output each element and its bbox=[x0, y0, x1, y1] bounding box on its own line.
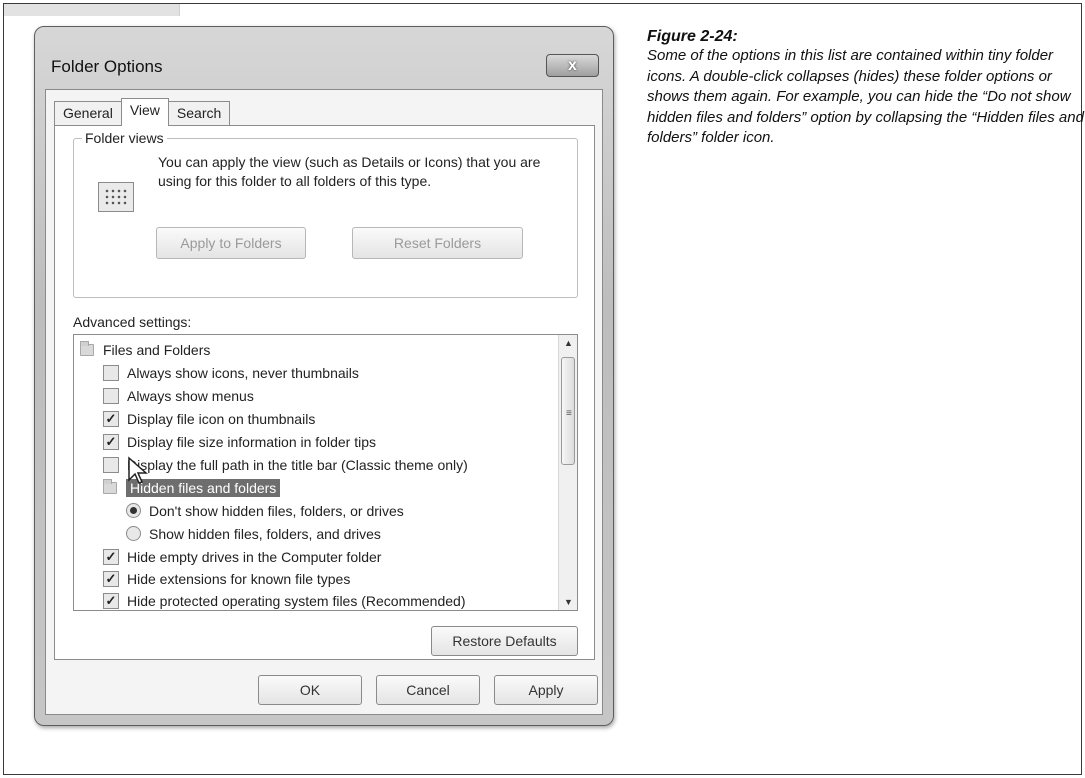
view-tab-panel: Folder views You can apply the view (suc… bbox=[54, 125, 595, 660]
figure-caption-body: Some of the options in this list are con… bbox=[647, 47, 1084, 146]
list-item-label: Display file size information in folder … bbox=[127, 433, 376, 450]
option-hide-empty-drives[interactable]: ✓ Hide empty drives in the Computer fold… bbox=[103, 546, 381, 567]
folder-view-icon bbox=[98, 182, 134, 212]
checkbox-checked[interactable]: ✓ bbox=[103, 410, 119, 427]
mouse-pointer-icon bbox=[128, 456, 148, 484]
list-item-label: Hide extensions for known file types bbox=[127, 570, 351, 587]
vertical-scrollbar[interactable]: ▲ ≡ ▼ bbox=[558, 335, 577, 610]
scrollbar-thumb[interactable]: ≡ bbox=[561, 357, 575, 465]
apply-button[interactable]: Apply bbox=[494, 675, 598, 705]
checkbox-checked[interactable]: ✓ bbox=[103, 548, 119, 565]
apply-to-folders-button[interactable]: Apply to Folders bbox=[156, 227, 306, 259]
figure-caption-title: Figure 2-24: bbox=[647, 28, 738, 45]
folder-icon bbox=[103, 478, 117, 494]
ok-button[interactable]: OK bbox=[258, 675, 362, 705]
folder-options-window: Folder Options x General View Search Fol… bbox=[34, 26, 614, 726]
radio-unselected[interactable] bbox=[126, 526, 141, 541]
list-item-label: Display file icon on thumbnails bbox=[127, 410, 316, 427]
list-item-label: Files and Folders bbox=[103, 341, 211, 358]
folder-views-label: Folder views bbox=[82, 130, 167, 146]
list-item-label: Always show icons, never thumbnails bbox=[127, 364, 359, 381]
checkbox-checked[interactable]: ✓ bbox=[103, 570, 119, 587]
option-display-full-path[interactable]: Display the full path in the title bar (… bbox=[103, 454, 468, 475]
tab-view[interactable]: View bbox=[120, 98, 169, 126]
folder-views-group: Folder views You can apply the view (suc… bbox=[73, 130, 578, 298]
list-item-label: Hide empty drives in the Computer folder bbox=[127, 548, 382, 565]
list-item-label: Don't show hidden files, folders, or dri… bbox=[149, 502, 404, 519]
list-item-label: Always show menus bbox=[127, 387, 254, 404]
scroll-up-arrow-icon[interactable]: ▲ bbox=[559, 338, 577, 348]
list-item-label: Display the full path in the title bar (… bbox=[127, 456, 468, 473]
list-item-label: Hide protected operating system files (R… bbox=[127, 592, 466, 609]
cancel-button[interactable]: Cancel bbox=[376, 675, 480, 705]
folder-icon bbox=[80, 340, 94, 356]
tab-strip: General View Search bbox=[54, 98, 231, 126]
dialog-client-area: General View Search Folder views You can… bbox=[45, 89, 603, 715]
close-button[interactable]: x bbox=[546, 54, 599, 77]
option-dont-show-hidden[interactable]: Don't show hidden files, folders, or dri… bbox=[126, 500, 404, 521]
advanced-settings-label: Advanced settings: bbox=[73, 314, 192, 330]
checkbox-checked[interactable]: ✓ bbox=[103, 592, 119, 609]
option-always-show-icons[interactable]: Always show icons, never thumbnails bbox=[103, 362, 359, 383]
folder-views-description: You can apply the view (such as Details … bbox=[158, 154, 541, 189]
tree-folder-files-and-folders[interactable]: Files and Folders bbox=[80, 339, 210, 360]
corner-tab bbox=[4, 4, 180, 16]
option-display-file-icon[interactable]: ✓ Display file icon on thumbnails bbox=[103, 408, 315, 429]
tab-search[interactable]: Search bbox=[167, 101, 231, 125]
option-display-file-size[interactable]: ✓ Display file size information in folde… bbox=[103, 431, 376, 452]
restore-defaults-button[interactable]: Restore Defaults bbox=[431, 626, 578, 656]
grip-icon: ≡ bbox=[566, 408, 572, 419]
option-show-hidden[interactable]: Show hidden files, folders, and drives bbox=[126, 523, 381, 544]
page-frame: Folder Options x General View Search Fol… bbox=[3, 3, 1084, 775]
close-icon: x bbox=[568, 56, 577, 74]
option-hide-protected-files[interactable]: ✓ Hide protected operating system files … bbox=[103, 590, 466, 610]
checkbox-unchecked[interactable] bbox=[103, 387, 119, 404]
checkbox-checked[interactable]: ✓ bbox=[103, 433, 119, 450]
option-hide-extensions[interactable]: ✓ Hide extensions for known file types bbox=[103, 568, 350, 589]
scroll-down-arrow-icon[interactable]: ▼ bbox=[559, 597, 577, 607]
tab-general[interactable]: General bbox=[54, 101, 122, 125]
window-title: Folder Options bbox=[51, 57, 163, 76]
list-item-label-selected: Hidden files and folders bbox=[126, 478, 281, 497]
checkbox-unchecked[interactable] bbox=[103, 456, 119, 473]
checkbox-unchecked[interactable] bbox=[103, 364, 119, 381]
option-always-show-menus[interactable]: Always show menus bbox=[103, 385, 254, 406]
list-item-label: Show hidden files, folders, and drives bbox=[149, 525, 381, 542]
reset-folders-button[interactable]: Reset Folders bbox=[352, 227, 523, 259]
radio-selected[interactable] bbox=[126, 503, 141, 518]
